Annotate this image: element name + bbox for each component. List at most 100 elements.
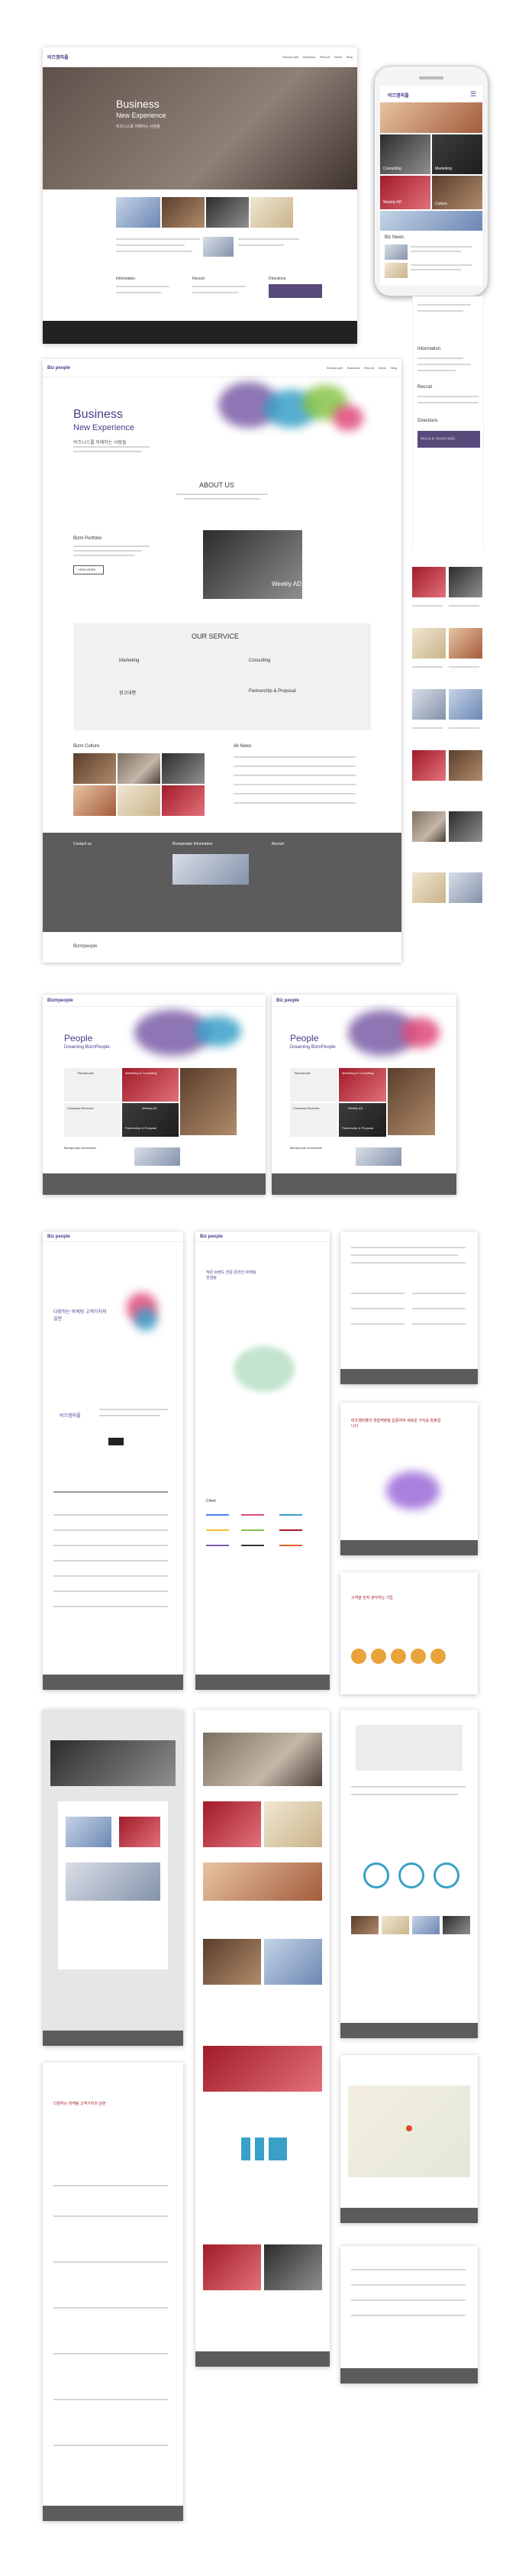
- hero-title: People: [290, 1033, 319, 1044]
- phone-logo[interactable]: 비즈엠피플: [388, 92, 409, 99]
- hero-overlay: [43, 67, 357, 189]
- site-logo[interactable]: Biz people: [276, 998, 299, 1003]
- subpage-2: Biz people 작은 브랜드 전문 온라인 마케팅 컨설팅 Client: [195, 1231, 330, 1690]
- card-title: Company Brochure: [293, 1106, 320, 1110]
- culture-photo[interactable]: [162, 785, 205, 816]
- site-logo[interactable]: Biz people: [47, 1235, 70, 1239]
- tile[interactable]: [203, 2046, 322, 2092]
- top-nav: Bizmpeople: [43, 995, 266, 1007]
- thumbnail[interactable]: [206, 197, 249, 228]
- tile[interactable]: [203, 2244, 261, 2290]
- thumbnail[interactable]: [250, 197, 293, 228]
- nav-item[interactable]: Business: [347, 366, 359, 370]
- nav-item[interactable]: Business: [303, 55, 315, 59]
- footer: [340, 2368, 478, 2383]
- nav-item[interactable]: Recruit: [364, 366, 374, 370]
- tile[interactable]: [449, 811, 482, 842]
- hamburger-icon[interactable]: ☰: [470, 90, 476, 99]
- top-nav: Biz people: [272, 995, 456, 1007]
- tile[interactable]: [264, 1801, 322, 1847]
- hero-subtitle: Dreaming BizmPeople: [290, 1045, 336, 1050]
- nav-item[interactable]: Bizmpeople: [282, 55, 298, 59]
- weekly-ad-title: Weekly AD: [272, 581, 301, 587]
- tile[interactable]: [264, 1939, 322, 1985]
- thumbnail[interactable]: [162, 197, 205, 228]
- thumbnail[interactable]: [66, 1817, 111, 1847]
- tile[interactable]: [203, 1862, 322, 1901]
- top-nav: Biz people: [195, 1231, 330, 1242]
- watercolor-splash: [195, 1016, 241, 1047]
- tile[interactable]: [203, 1801, 261, 1847]
- culture-photo[interactable]: [73, 753, 116, 784]
- tile[interactable]: [264, 2244, 322, 2290]
- map-thumbnail[interactable]: [134, 1147, 180, 1166]
- tile[interactable]: [412, 628, 446, 659]
- tile[interactable]: [449, 872, 482, 903]
- tile[interactable]: [412, 811, 446, 842]
- main-menu: Bizmpeople Business Recruit News Blog: [327, 366, 397, 370]
- culture-photo[interactable]: [162, 753, 205, 784]
- banner-image: [50, 1740, 176, 1786]
- subpage-1: Biz people 다양하는 마케팅 고객가치의 실현 비즈엠피플: [43, 1231, 183, 1690]
- tile[interactable]: [203, 1939, 261, 1985]
- culture-photo[interactable]: [118, 785, 160, 816]
- nav-item[interactable]: Blog: [391, 366, 397, 370]
- nav-item[interactable]: News: [379, 366, 386, 370]
- card[interactable]: [180, 1068, 237, 1135]
- brand-button[interactable]: 비즈엠피플: [60, 1412, 81, 1419]
- tile[interactable]: [412, 750, 446, 781]
- culture-photo[interactable]: [118, 753, 160, 784]
- map-thumbnail[interactable]: [172, 854, 249, 885]
- desktop-mockup-people-1: Bizmpeople People Dreaming BizmPeople Bi…: [43, 995, 266, 1195]
- bar-chart: [241, 2137, 287, 2160]
- thumbnail[interactable]: [119, 1817, 160, 1847]
- site-logo[interactable]: Bizmpeople: [47, 998, 73, 1003]
- news-thumbnail[interactable]: [385, 263, 408, 278]
- card[interactable]: [388, 1068, 435, 1135]
- thumbnail[interactable]: [382, 1916, 409, 1934]
- weekly-ad-image[interactable]: [203, 530, 302, 599]
- subpage-10: [340, 2055, 478, 2223]
- directions-button[interactable]: [269, 284, 322, 298]
- headline: 비즈엠피플의 학습역량을 집중하여 새로운 가치를 창출합니다: [351, 1419, 441, 1429]
- dark-button[interactable]: [108, 1438, 124, 1445]
- tile[interactable]: [449, 628, 482, 659]
- nav-item[interactable]: Blog: [347, 55, 353, 59]
- site-logo[interactable]: Biz people: [47, 366, 70, 371]
- subpage-7: [195, 1710, 330, 2367]
- thumbnail[interactable]: [443, 1916, 470, 1934]
- tile[interactable]: [449, 567, 482, 597]
- hero-subtitle: Dreaming BizmPeople: [64, 1045, 110, 1050]
- card-title: Partnership & Proposal: [125, 1126, 157, 1130]
- icon-circle: [351, 1649, 366, 1664]
- service-item[interactable]: 광고대행: [119, 689, 136, 696]
- thumbnail[interactable]: [203, 237, 234, 257]
- site-logo[interactable]: Biz people: [200, 1235, 223, 1239]
- site-logo[interactable]: 비즈엠피플: [47, 53, 69, 60]
- card-title: Marketing & Consulting: [125, 1071, 157, 1075]
- thumbnail[interactable]: [351, 1916, 379, 1934]
- nav-item[interactable]: News: [334, 55, 342, 59]
- thumbnail[interactable]: [66, 1862, 160, 1901]
- culture-photo[interactable]: [73, 785, 116, 816]
- map-thumbnail[interactable]: [356, 1147, 401, 1166]
- top-nav: Biz people Bizmpeople Business Recruit N…: [43, 359, 401, 377]
- card-title: Weekly AD: [348, 1106, 363, 1110]
- thumbnail[interactable]: [412, 1916, 440, 1934]
- service-item[interactable]: Consulting: [249, 659, 270, 663]
- tile[interactable]: [412, 567, 446, 597]
- phone-thumbnail[interactable]: [380, 211, 482, 231]
- news-thumbnail[interactable]: [385, 244, 408, 260]
- service-item[interactable]: Marketing: [119, 659, 139, 663]
- nav-item[interactable]: Recruit: [320, 55, 330, 59]
- phone-home-button: [422, 287, 440, 295]
- phone-extended: Information Recruit Directions 찾아오시는 길 /…: [412, 296, 484, 549]
- thumbnail[interactable]: [116, 197, 160, 228]
- nav-item[interactable]: Bizmpeople: [327, 366, 343, 370]
- tile[interactable]: [449, 689, 482, 720]
- section-title: Information: [116, 277, 136, 281]
- service-item[interactable]: Partnership & Proposal: [249, 689, 296, 694]
- tile[interactable]: [412, 872, 446, 903]
- tile[interactable]: [449, 750, 482, 781]
- tile[interactable]: [412, 689, 446, 720]
